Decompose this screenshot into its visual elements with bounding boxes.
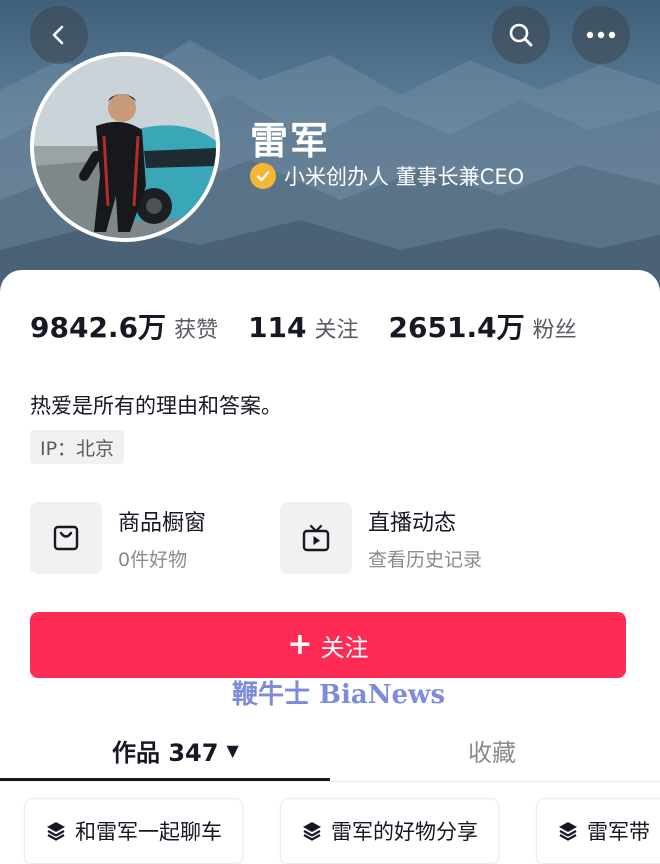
live-history-title: 直播动态 [368,510,457,536]
more-button[interactable] [572,6,630,64]
verification-row: 小米创办人 董事长兼CEO [250,161,524,191]
profile-card: 9842.6万 获赞 114 关注 2651.4万 粉丝 热爱是所有的理由和答案… [0,270,660,864]
stat-value: 114 [248,311,307,344]
search-icon [509,23,533,47]
shop-window-subtitle: 0件好物 [118,548,188,571]
tv-icon [280,502,352,574]
caret-down-icon: ▼ [226,740,239,760]
bio-text: 热爱是所有的理由和答案。 [30,394,282,418]
stack-icon [47,822,65,841]
stack-icon [559,822,577,841]
shop-window-entry[interactable]: 商品橱窗 0件好物 [30,502,206,574]
more-dots-icon [586,31,616,39]
tabs-divider [0,781,660,782]
live-history-entry[interactable]: 直播动态 查看历史记录 [280,502,482,574]
tab-works[interactable]: 作品 347 ▼ [112,720,239,780]
plus-icon: + [287,627,313,662]
shopping-bag-icon [30,502,102,574]
profile-name: 雷军 [250,119,331,163]
search-button[interactable] [492,6,550,64]
collection-chip[interactable]: 雷军的好物分享 [280,798,499,864]
chevron-left-icon [52,25,64,45]
stat-likes[interactable]: 9842.6万 获赞 [30,306,218,346]
stat-value: 2651.4万 [388,311,525,344]
tab-works-label: 作品 347 [112,738,219,767]
collection-chip-label: 雷军的好物分享 [331,820,478,844]
stat-label: 关注 [314,318,359,343]
stat-following[interactable]: 114 关注 [248,311,358,344]
ip-location-tag: IP：北京 [30,430,125,464]
collection-chips: 和雷军一起聊车 雷军的好物分享 雷军带 [0,798,660,864]
shop-window-title: 商品橱窗 [118,510,207,536]
collection-chip-label: 和雷军一起聊车 [75,820,222,844]
collection-chip-label: 雷军带 [587,820,650,844]
back-button[interactable] [30,6,88,64]
watermark: 鞭牛士 BiaNews [232,680,446,710]
follow-button-label: 关注 [320,633,369,662]
tab-collections[interactable]: 收藏 [468,720,516,780]
stats-row: 9842.6万 获赞 114 关注 2651.4万 粉丝 [30,306,607,346]
avatar[interactable] [30,52,220,242]
verified-badge-icon [250,163,276,189]
follow-button[interactable]: + 关注 [30,612,626,678]
content-tabs: 作品 347 ▼ 收藏 [0,720,660,782]
stat-value: 9842.6万 [30,311,167,344]
collection-chip[interactable]: 和雷军一起聊车 [24,798,243,864]
stat-followers[interactable]: 2651.4万 粉丝 [389,306,577,346]
stack-icon [303,822,321,841]
live-history-text: 直播动态 查看历史记录 [368,505,482,572]
profile-header: 雷军 小米创办人 董事长兼CEO [0,0,660,300]
stat-label: 粉丝 [532,318,577,343]
tab-collections-label: 收藏 [468,738,516,767]
live-history-subtitle: 查看历史记录 [368,548,483,571]
verification-text: 小米创办人 董事长兼CEO [284,165,525,189]
stat-label: 获赞 [174,318,219,343]
shop-window-text: 商品橱窗 0件好物 [118,505,206,572]
collection-chip[interactable]: 雷军带 [536,798,660,864]
avatar-photo [34,56,216,238]
